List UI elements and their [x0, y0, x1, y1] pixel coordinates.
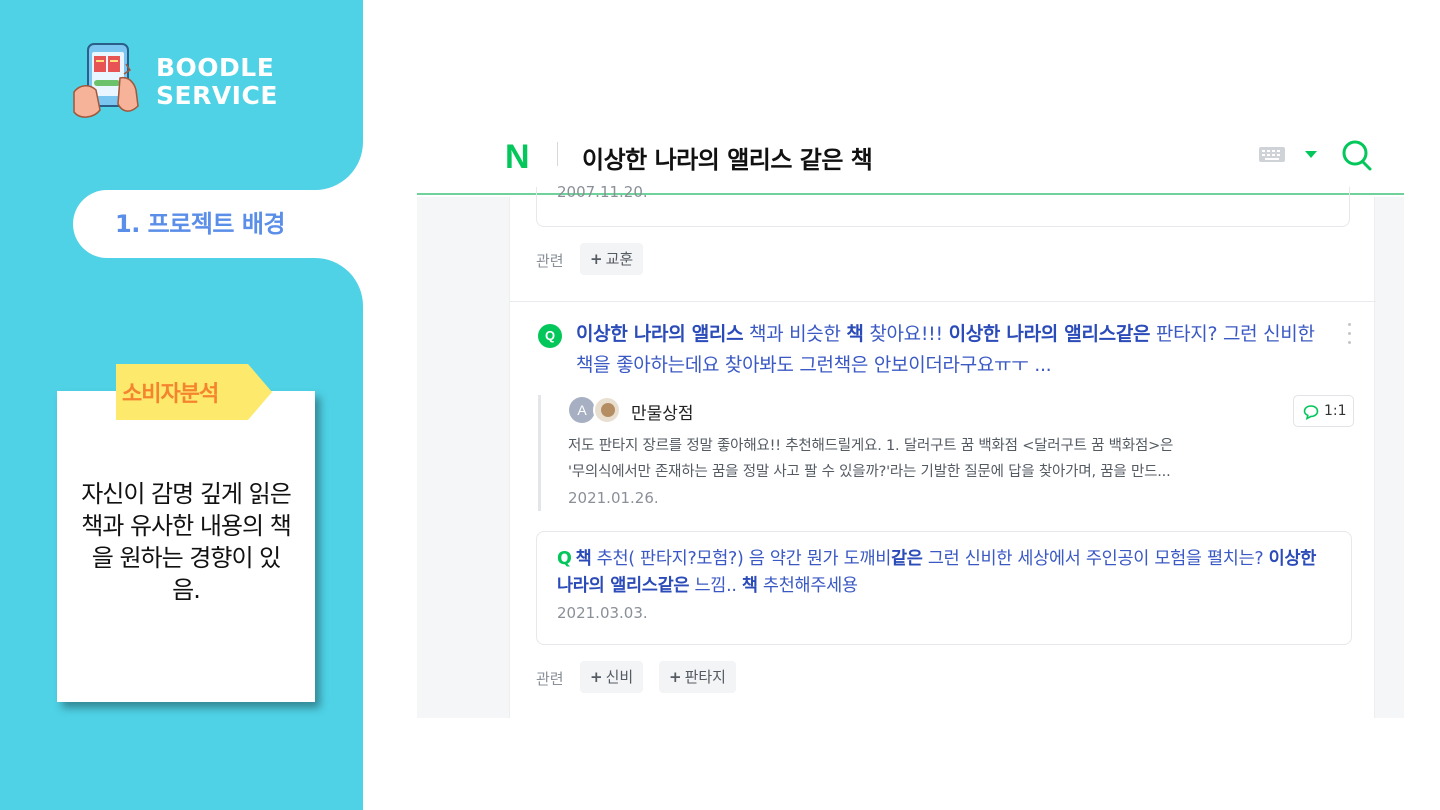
previous-result-date: 2007.11.20. — [557, 183, 648, 201]
related-label: 관련 — [536, 670, 564, 688]
question-title-link[interactable]: 이상한 나라의 앨리스 책과 비슷한 책 찾아요!!! 이상한 나라의 앨리스같… — [576, 319, 1316, 381]
related-chip-label: 판타지 — [684, 668, 726, 686]
brand-logo: BOODLE SERVICE — [70, 40, 290, 130]
brand-line-2: SERVICE — [156, 81, 278, 110]
related-chip-label: 신비 — [605, 668, 634, 686]
answer-line: 저도 판타지 장르를 정말 좋아해요!! 추천해드릴게요. 1. 달러구트 꿈 … — [568, 438, 1174, 454]
plus-icon: + — [590, 250, 603, 268]
speech-bubble-icon — [1303, 405, 1319, 420]
plus-icon: + — [669, 668, 682, 686]
note-body-text: 자신이 감명 깊게 읽은 책과 유사한 내용의 책을 원하는 경향이 있음. — [81, 480, 292, 604]
sub-question-part: 추천해주세용 — [757, 576, 858, 596]
naver-search-screenshot: N 이상한 나라의 앨리스 같은 책 2007.11.20. 관련 + 교훈 Q… — [417, 120, 1404, 718]
question-title-part: 책과 비슷한 — [743, 323, 847, 345]
sub-question-part: 그런 신비한 세상에서 주인공이 모험을 펼치는? — [922, 549, 1269, 569]
phone-with-books-illustration — [73, 43, 139, 118]
sub-question-part: 같은 — [891, 549, 923, 569]
answer-line: '무의식에서만 존재하는 꿈을 정말 사고 팔 수 있을까?'라는 기발한 질문… — [568, 464, 1171, 480]
related-chip-label: 교훈 — [605, 250, 634, 268]
section-tab-label: 1. 프로젝트 배경 — [115, 210, 286, 238]
slide: BOODLE SERVICE 1. 프로젝트 배경 소비자분석 자신이 감명 깊… — [0, 0, 1440, 810]
related-question-card[interactable]: Q책 추천( 판타지?모험?) 음 약간 뭔가 도깨비같은 그런 신비한 세상에… — [536, 531, 1352, 645]
question-title-part: 이상한 나라의 앨리스같은 — [948, 323, 1151, 345]
plus-icon: + — [590, 668, 603, 686]
search-input[interactable]: 이상한 나라의 앨리스 같은 책 — [582, 140, 873, 175]
left-panel: BOODLE SERVICE 1. 프로젝트 배경 소비자분석 자신이 감명 깊… — [0, 0, 373, 810]
answer-snippet: 저도 판타지 장르를 정말 좋아해요!! 추천해드릴게요. 1. 달러구트 꿈 … — [568, 433, 1348, 485]
analysis-note-text: 자신이 감명 깊게 읽은 책과 유사한 내용의 책을 원하는 경향이 있음. — [57, 478, 315, 606]
sub-question-part: 느낌.. — [689, 576, 742, 596]
question-q-icon: Q — [557, 549, 572, 569]
question-title-part: 이상한 나라의 앨리스 — [576, 323, 744, 345]
results-column: 2007.11.20. 관련 + 교훈 Q 이상한 나라의 앨리스 책과 비슷한 … — [509, 183, 1376, 718]
analysis-tag: 소비자분석 — [116, 364, 272, 420]
result-divider — [510, 301, 1376, 302]
caret-down-icon[interactable] — [1305, 151, 1317, 158]
search-icon[interactable] — [1341, 138, 1373, 172]
results-area: 2007.11.20. 관련 + 교훈 Q 이상한 나라의 앨리스 책과 비슷한 … — [417, 183, 1404, 718]
related-chip[interactable]: + 판타지 — [659, 661, 736, 693]
avatar-image — [593, 396, 621, 424]
sub-question-part: 책 — [575, 549, 592, 569]
sub-question-part: 책 — [741, 576, 758, 596]
answer-count-label: 1:1 — [1324, 403, 1347, 419]
answer-block[interactable]: A 만물상점 1:1 저도 판타지 장르를 정말 좋아해요!! 추천해드릴게요.… — [538, 395, 1354, 511]
question-title-part: 책 — [846, 323, 864, 345]
previous-result-card[interactable]: 2007.11.20. — [536, 183, 1350, 227]
sub-question-part: 추천( 판타지?모험?) 음 약간 뭔가 도깨비 — [591, 549, 892, 569]
answer-count-badge[interactable]: 1:1 — [1293, 395, 1354, 427]
kebab-icon[interactable] — [1348, 323, 1352, 345]
answerer-name[interactable]: 만물상점 — [631, 399, 694, 424]
question-badge: Q — [538, 324, 562, 348]
related-chip[interactable]: + 신비 — [580, 661, 644, 693]
keyboard-icon[interactable] — [1259, 147, 1285, 162]
related-label: 관련 — [536, 252, 564, 270]
search-bar-divider — [557, 142, 558, 166]
question-title-part: 찾아요!!! — [863, 323, 949, 345]
related-question-link[interactable]: Q책 추천( 판타지?모험?) 음 약간 뭔가 도깨비같은 그런 신비한 세상에… — [557, 546, 1337, 600]
answer-date: 2021.01.26. — [568, 489, 659, 507]
naver-logo[interactable]: N — [505, 138, 530, 177]
related-chip[interactable]: + 교훈 — [580, 243, 644, 275]
brand-line-1: BOODLE — [156, 53, 275, 82]
avatar: A — [569, 397, 595, 423]
analysis-tag-label: 소비자분석 — [122, 382, 219, 407]
related-question-date: 2021.03.03. — [557, 604, 648, 622]
brand-wordmark: BOODLE SERVICE — [156, 54, 278, 110]
